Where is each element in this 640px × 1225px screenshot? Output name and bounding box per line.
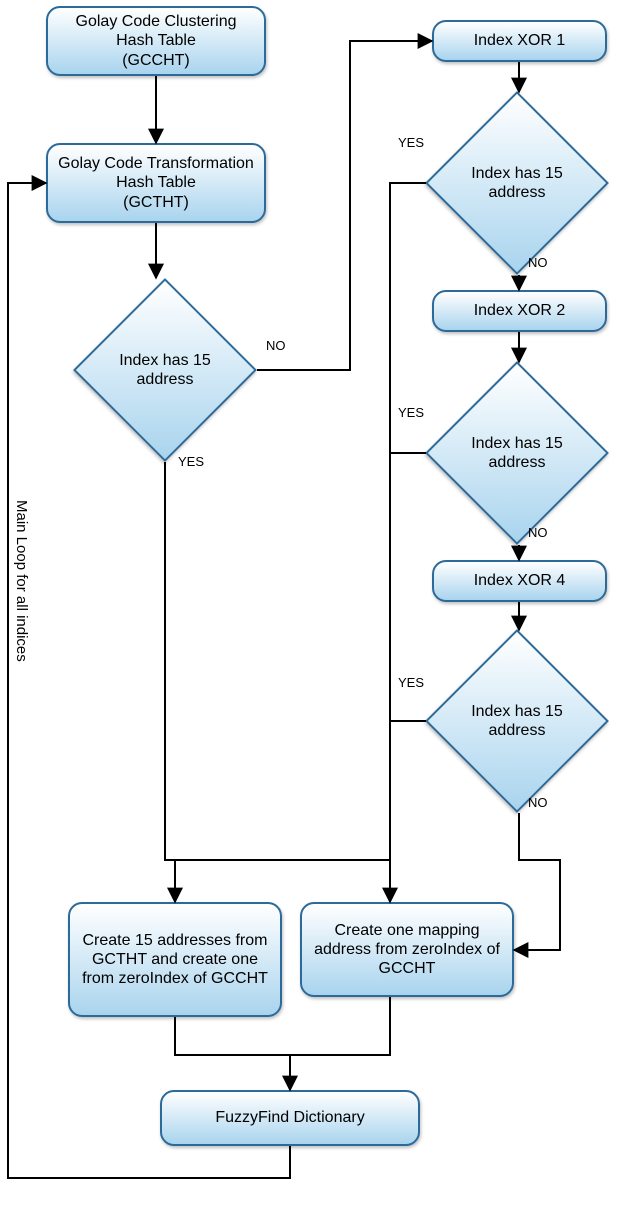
node-fuzzy: FuzzyFind Dictionary: [160, 1090, 420, 1146]
label-loop: Main Loop for all indices: [13, 500, 30, 662]
node-xor4: Index XOR 4: [432, 560, 607, 602]
node-create1: Create one mapping address from zeroInde…: [300, 902, 514, 997]
label-dec2-yes: YES: [398, 135, 424, 150]
node-create15: Create 15 addresses from GCTHT and creat…: [68, 902, 282, 1017]
decision-4: Index has 15 address: [452, 656, 582, 786]
decision-2: Index has 15 address: [452, 118, 582, 248]
node-gccht: Golay Code Clustering Hash Table(GCCHT): [46, 6, 266, 76]
label-dec1-no: NO: [266, 338, 286, 353]
label-dec3-yes: YES: [398, 405, 424, 420]
label-dec1-yes: YES: [178, 454, 204, 469]
node-gctht: Golay Code Transformation Hash Table(GCT…: [46, 143, 266, 223]
label-dec4-yes: YES: [398, 675, 424, 690]
decision-3: Index has 15 address: [452, 388, 582, 518]
decision-1: Index has 15 address: [100, 305, 230, 435]
label-dec3-no: NO: [528, 525, 548, 540]
node-xor2: Index XOR 2: [432, 290, 607, 332]
label-dec4-no: NO: [528, 795, 548, 810]
node-xor1: Index XOR 1: [432, 20, 607, 62]
label-dec2-no: NO: [528, 255, 548, 270]
